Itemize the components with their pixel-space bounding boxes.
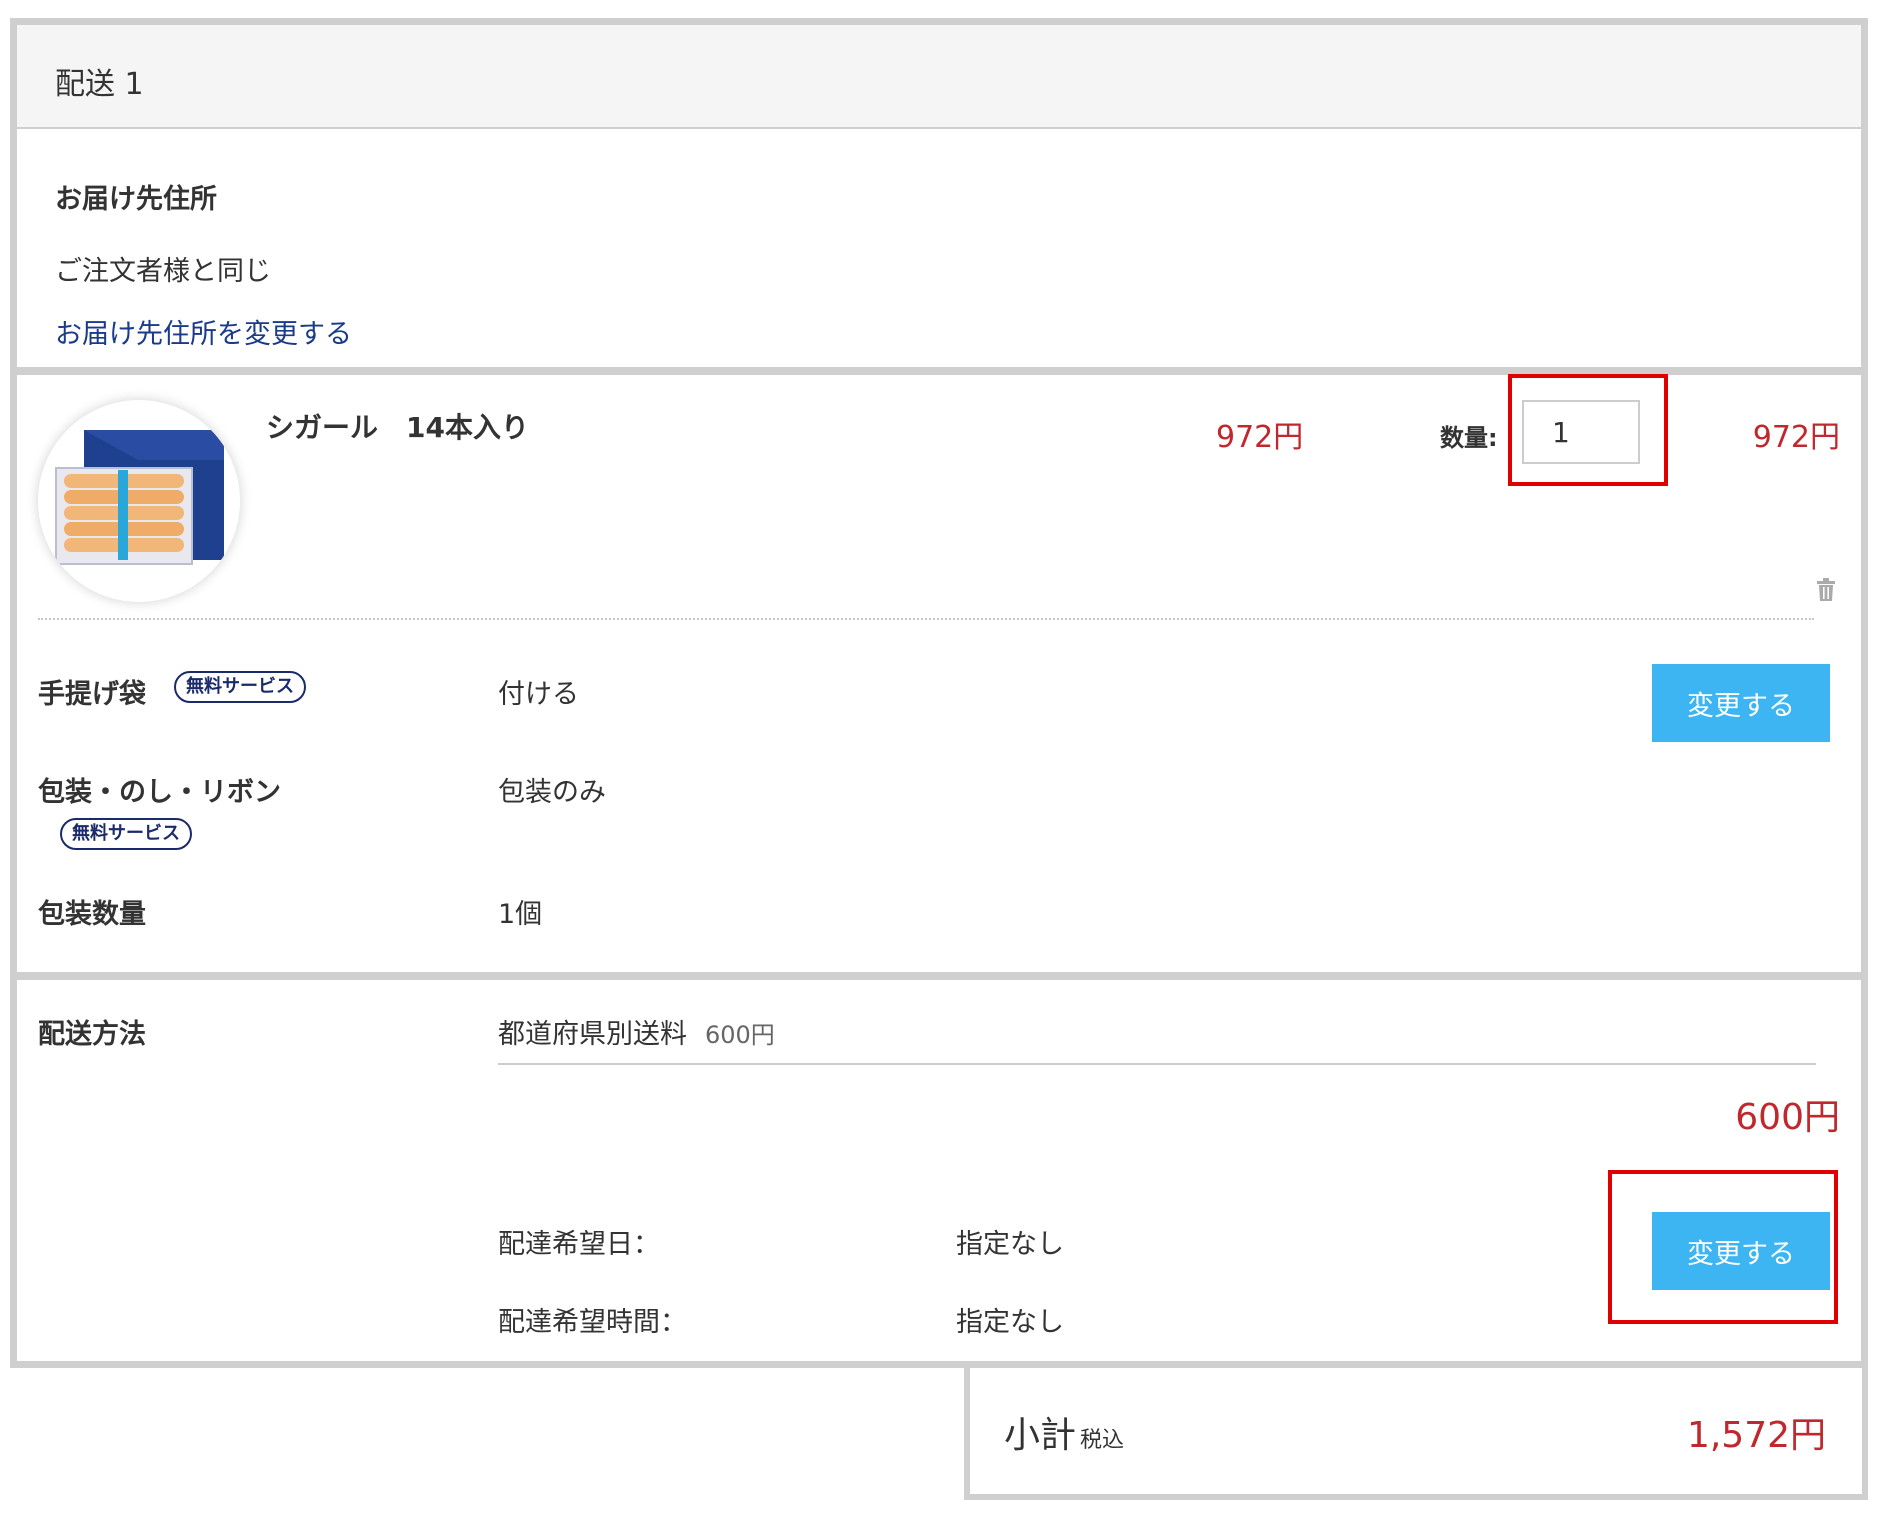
change-address-link[interactable]: お届け先住所を変更する: [55, 312, 352, 351]
dotted-divider: [38, 618, 1814, 620]
bag-label: 手提げ袋: [38, 679, 146, 710]
free-service-badge: 無料サービス: [60, 818, 192, 850]
delivery-divider: [498, 1063, 1816, 1065]
product-name[interactable]: シガール 14本入り: [266, 406, 529, 446]
delivery-method-value: 都道府県別送料 600円: [498, 1012, 775, 1051]
subtotal-label-text: 小計: [1004, 1415, 1077, 1456]
subtotal-tax-note: 税込: [1080, 1428, 1125, 1453]
unit-price: 972円: [1216, 420, 1304, 455]
delivery-method-name: 都道府県別送料: [498, 1019, 687, 1050]
trash-icon[interactable]: [1816, 578, 1836, 602]
address-section: お届け先住所 ご注文者様と同じ お届け先住所を変更する: [17, 129, 1861, 367]
wrapping-value: 包装のみ: [498, 777, 606, 808]
address-value: ご注文者様と同じ: [55, 256, 271, 287]
subtotal-value: 1,572円: [1686, 1415, 1826, 1456]
delivery-date-value: 指定なし: [956, 1229, 1064, 1260]
shipping-total: 600円: [1735, 1097, 1840, 1138]
wrapping-label: 包装・のし・リボン: [38, 777, 281, 808]
subtotal-box: 小計 税込 1,572円: [964, 1368, 1868, 1500]
bag-value: 付ける: [498, 679, 579, 710]
subtotal-label: 小計 税込: [1004, 1406, 1124, 1458]
delivery-method-label: 配送方法: [38, 1019, 146, 1050]
delivery-time-value: 指定なし: [956, 1307, 1064, 1338]
section-divider: [17, 972, 1861, 980]
quantity-highlight-box: [1508, 374, 1668, 486]
delivery-time-label: 配達希望時間：: [498, 1307, 687, 1338]
delivery-date-label: 配達希望日：: [498, 1229, 660, 1260]
wrap-qty-value: 1個: [498, 899, 543, 930]
quantity-label: 数量:: [1440, 424, 1498, 452]
line-price: 972円: [1752, 420, 1840, 455]
cigar-cookie-box-image: [55, 430, 224, 565]
shipping-header: 配送 1: [17, 25, 1861, 129]
delivery-method-price: 600円: [705, 1021, 775, 1049]
delivery-button-highlight-box: [1608, 1170, 1838, 1324]
product-image: [38, 400, 240, 602]
wrap-qty-label: 包装数量: [38, 899, 146, 930]
shipping-header-title: 配送 1: [55, 67, 144, 102]
change-options-button[interactable]: 変更する: [1652, 664, 1830, 742]
address-title: お届け先住所: [55, 184, 217, 215]
free-service-badge: 無料サービス: [174, 671, 306, 703]
